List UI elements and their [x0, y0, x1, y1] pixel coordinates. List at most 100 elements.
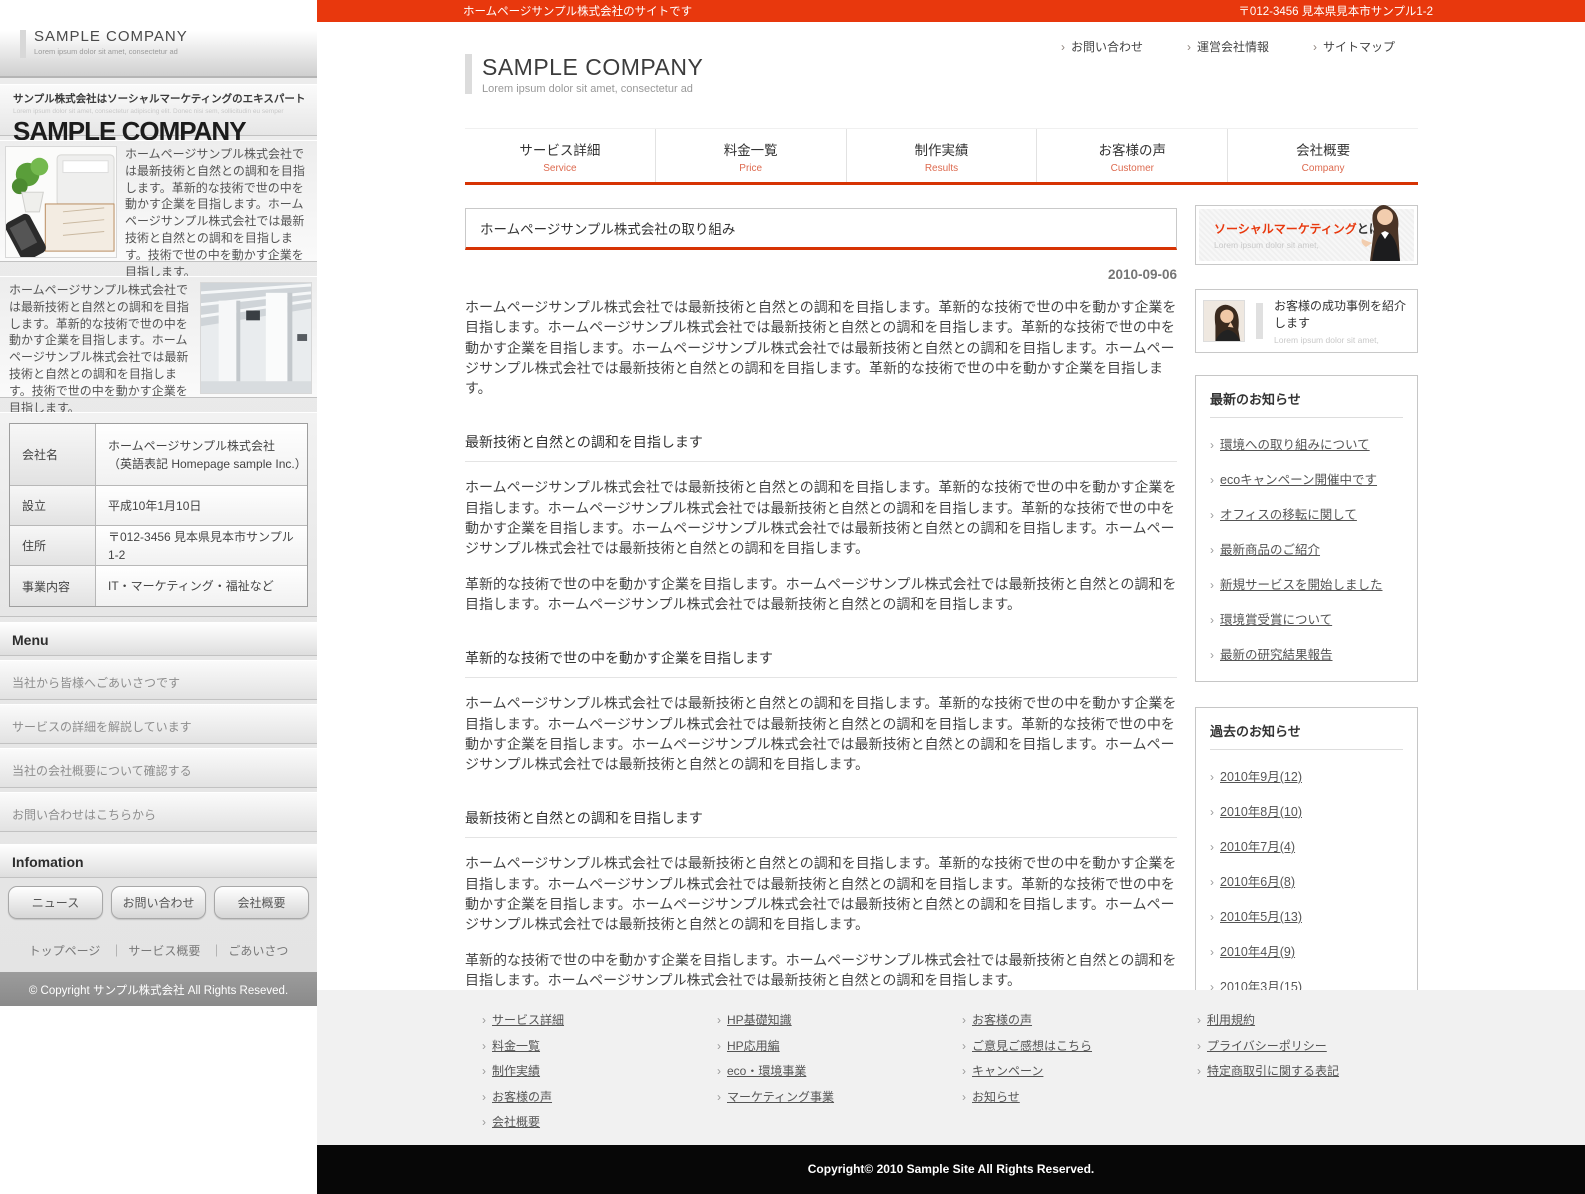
footer-link-item: › お知らせ [962, 1088, 1092, 1105]
footer-link[interactable]: サービス詳細 [492, 1013, 564, 1027]
past-news-box: 過去のお知らせ › 2010年9月(12) › 2010年8月(10) › 2010年… [1195, 707, 1418, 1014]
arrow-bullet-icon: › [1312, 40, 1317, 54]
footer-link-item: › キャンペーン [962, 1062, 1092, 1079]
service-overview-link[interactable]: サービス概要 [128, 944, 200, 958]
archive-link[interactable]: 2010年7月(4) [1220, 840, 1295, 854]
news-link[interactable]: 環境への取り組みについて [1220, 438, 1370, 452]
footer-link[interactable]: 利用規約 [1207, 1013, 1255, 1027]
archive-link[interactable]: 2010年9月(12) [1220, 770, 1302, 784]
footer-link[interactable]: HP応用編 [727, 1039, 780, 1053]
archive-link[interactable]: 2010年5月(13) [1220, 910, 1302, 924]
footer-link-item: › HP基礎知識 [717, 1011, 834, 1028]
arrow-bullet-icon: › [1210, 945, 1214, 959]
row-value: 平成10年1月10日 [96, 486, 307, 525]
latest-news-box: 最新のお知らせ › 環境への取り組みについて › ecoキャンペーン開催中です › オ… [1195, 375, 1418, 682]
logo-bar-decoration [465, 54, 472, 94]
tab-company[interactable]: 会社概要 Company [1227, 129, 1418, 182]
site-copyright-bar: Copyright© 2010 Sample Site All Rights R… [317, 1145, 1585, 1194]
table-row: 住所 〒012-3456 見本県見本市サンプル1-2 [10, 526, 307, 566]
arrow-bullet-icon: › [1060, 40, 1065, 54]
contact-button[interactable]: お問い合わせ [111, 886, 206, 919]
news-link[interactable]: 最新商品のご紹介 [1220, 543, 1320, 557]
arrow-bullet-icon: › [1186, 40, 1191, 54]
logo-subtitle: Lorem ipsum dolor sit amet, consectetur … [34, 47, 178, 56]
article-title: ホームページサンプル株式会社の取り組み [465, 208, 1177, 250]
sidebar: SAMPLE COMPANY Lorem ipsum dolor sit ame… [0, 0, 317, 1006]
news-link[interactable]: 環境賞受賞について [1220, 613, 1332, 627]
customer-case-banner[interactable]: お客様の成功事例を紹介します Lorem ipsum dolor sit ame… [1195, 289, 1418, 353]
table-row: 設立 平成10年1月10日 [10, 486, 307, 526]
footer-link[interactable]: お客様の声 [972, 1013, 1032, 1027]
sidebar-menu-item-contact[interactable]: お問い合わせはこちらから [0, 792, 317, 832]
arrow-bullet-icon: › [1210, 438, 1214, 452]
arrow-bullet-icon: › [482, 1013, 486, 1027]
footer-link[interactable]: キャンペーン [972, 1064, 1043, 1078]
footer-link[interactable]: 制作実績 [492, 1064, 540, 1078]
sidebar-logo-main[interactable]: サンプル株式会社はソーシャルマーケティングのエキスパート Lorem ipsum… [0, 84, 317, 146]
menu-heading: Menu [0, 622, 317, 656]
footer-link-item: › 利用規約 [1197, 1011, 1339, 1028]
utility-operator-link[interactable]: › 運営会社情報 [1187, 38, 1269, 55]
arrow-bullet-icon: › [482, 1038, 486, 1053]
archive-link[interactable]: 2010年6月(8) [1220, 875, 1295, 889]
tab-service[interactable]: サービス詳細 Service [465, 129, 655, 182]
archive-item: › 2010年8月(10) [1210, 801, 1403, 820]
row-label: 住所 [10, 526, 96, 565]
sidebar-button-row: ニュース お問い合わせ 会社概要 [0, 886, 317, 926]
footer-link[interactable]: HP基礎知識 [727, 1013, 792, 1027]
arrow-bullet-icon: › [1197, 1064, 1201, 1078]
social-marketing-banner[interactable]: ソーシャルマーケティングとは? Lorem ipsum dolor sit am… [1195, 205, 1418, 265]
arrow-bullet-icon: › [1210, 543, 1214, 557]
section-heading: 最新技術と自然との調和を目指します [465, 808, 1177, 839]
footer-link[interactable]: eco・環境事業 [727, 1064, 806, 1078]
utility-contact-link[interactable]: › お問い合わせ [1061, 38, 1143, 55]
logo-bar-decoration [20, 30, 26, 58]
tab-customer[interactable]: お客様の声 Customer [1036, 129, 1227, 182]
greeting-link[interactable]: ごあいさつ [228, 944, 288, 958]
footer-link[interactable]: 会社概要 [492, 1115, 540, 1129]
row-label: 設立 [10, 486, 96, 525]
news-button[interactable]: ニュース [8, 886, 103, 919]
arrow-bullet-icon: › [482, 1064, 486, 1078]
sidebar-logo-small: SAMPLE COMPANY Lorem ipsum dolor sit ame… [0, 0, 317, 78]
sidebar-menu-item-greeting[interactable]: 当社から皆様へごあいさつです [0, 660, 317, 700]
news-item: › 最新商品のご紹介 [1210, 539, 1403, 558]
utility-sitemap-link[interactable]: › サイトマップ [1313, 38, 1395, 55]
footer-link[interactable]: プライバシーポリシー [1207, 1039, 1327, 1053]
news-link[interactable]: 新規サービスを開始しました [1220, 578, 1383, 592]
sidebar-menu-item-company[interactable]: 当社の会社概要について確認する [0, 748, 317, 788]
archive-link[interactable]: 2010年4月(9) [1220, 945, 1295, 959]
nav-underline-decoration [465, 182, 1418, 185]
archive-link[interactable]: 2010年8月(10) [1220, 805, 1302, 819]
footer-link-item: › プライバシーポリシー [1197, 1037, 1339, 1054]
section-heading: 革新的な技術で世の中を動かす企業を目指します [465, 648, 1177, 679]
main-nav: サービス詳細 Service 料金一覧 Price 制作実績 Results お… [465, 128, 1418, 182]
top-page-link[interactable]: トップページ [29, 944, 101, 958]
footer-link[interactable]: 特定商取引に関する表記 [1207, 1064, 1339, 1078]
footer-link[interactable]: ご意見ご感想はこちら [972, 1039, 1092, 1053]
archive-item: › 2010年9月(12) [1210, 766, 1403, 785]
footer-link[interactable]: 料金一覧 [492, 1039, 540, 1053]
arrow-bullet-icon: › [717, 1013, 721, 1027]
news-link[interactable]: ecoキャンペーン開催中です [1220, 473, 1377, 487]
news-link[interactable]: 最新の研究結果報告 [1220, 648, 1333, 662]
footer-link[interactable]: お知らせ [972, 1090, 1020, 1104]
tab-results[interactable]: 制作実績 Results [845, 129, 1037, 182]
footer-link[interactable]: お客様の声 [492, 1090, 552, 1104]
company-button[interactable]: 会社概要 [214, 886, 309, 919]
arrow-bullet-icon: › [962, 1013, 966, 1027]
postal-address: 〒012-3456 見本県見本市サンプル1-2 [1238, 6, 1433, 18]
arrow-bullet-icon: › [1210, 910, 1214, 924]
news-item: › 環境賞受賞について [1210, 609, 1403, 628]
news-link[interactable]: オフィスの移転に関して [1220, 508, 1357, 522]
footer-link[interactable]: マーケティング事業 [727, 1090, 834, 1104]
office-interior-photo [200, 282, 312, 394]
desk-plant-photo [5, 146, 117, 258]
logo-text-group: SAMPLE COMPANY Lorem ipsum dolor sit ame… [482, 54, 703, 95]
header-logo[interactable]: SAMPLE COMPANY Lorem ipsum dolor sit ame… [465, 54, 703, 95]
tab-price[interactable]: 料金一覧 Price [654, 129, 846, 182]
arrow-bullet-icon: › [962, 1089, 966, 1104]
footer-column-4: › 利用規約 › プライバシーポリシー › 特定商取引に関する表記 [1197, 1011, 1339, 1088]
section-paragraph: ホームページサンプル株式会社では最新技術と自然との調和を目指します。革新的な技術… [465, 479, 1177, 557]
sidebar-menu-item-service[interactable]: サービスの詳細を解説しています [0, 704, 317, 744]
